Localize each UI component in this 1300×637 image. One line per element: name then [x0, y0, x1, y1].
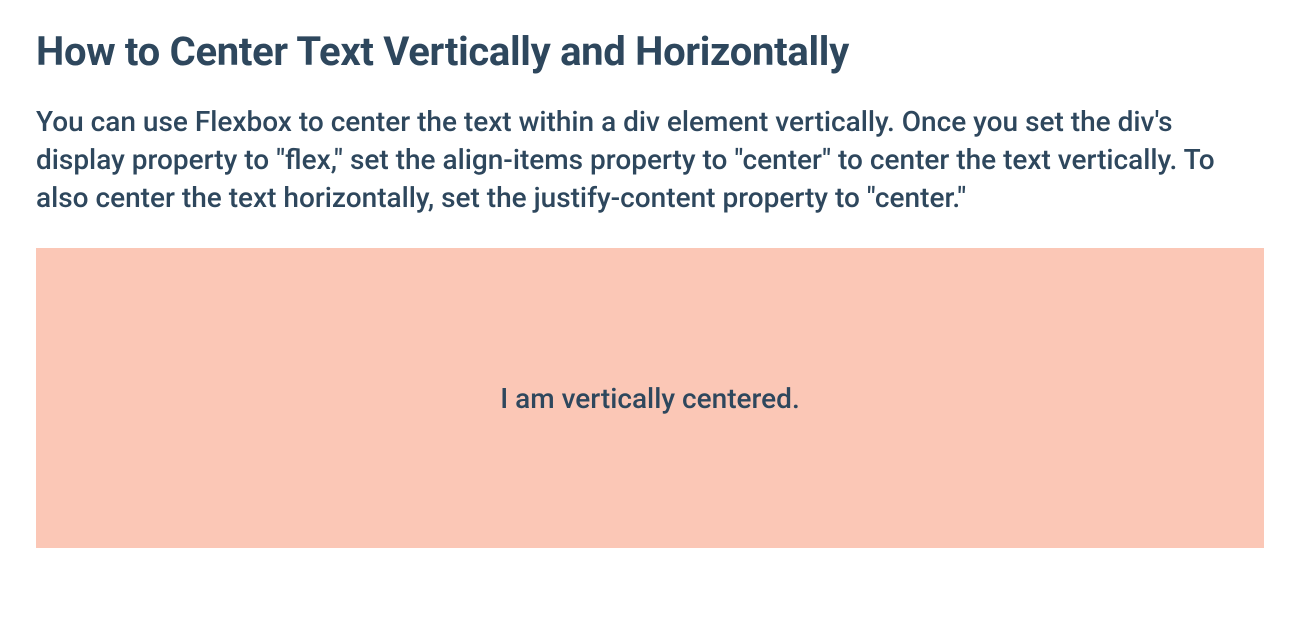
demo-centered-text: I am vertically centered.	[500, 382, 799, 415]
page-description: You can use Flexbox to center the text w…	[36, 103, 1264, 216]
demo-flex-container: I am vertically centered.	[36, 248, 1264, 548]
page-heading: How to Center Text Vertically and Horizo…	[36, 28, 1264, 75]
